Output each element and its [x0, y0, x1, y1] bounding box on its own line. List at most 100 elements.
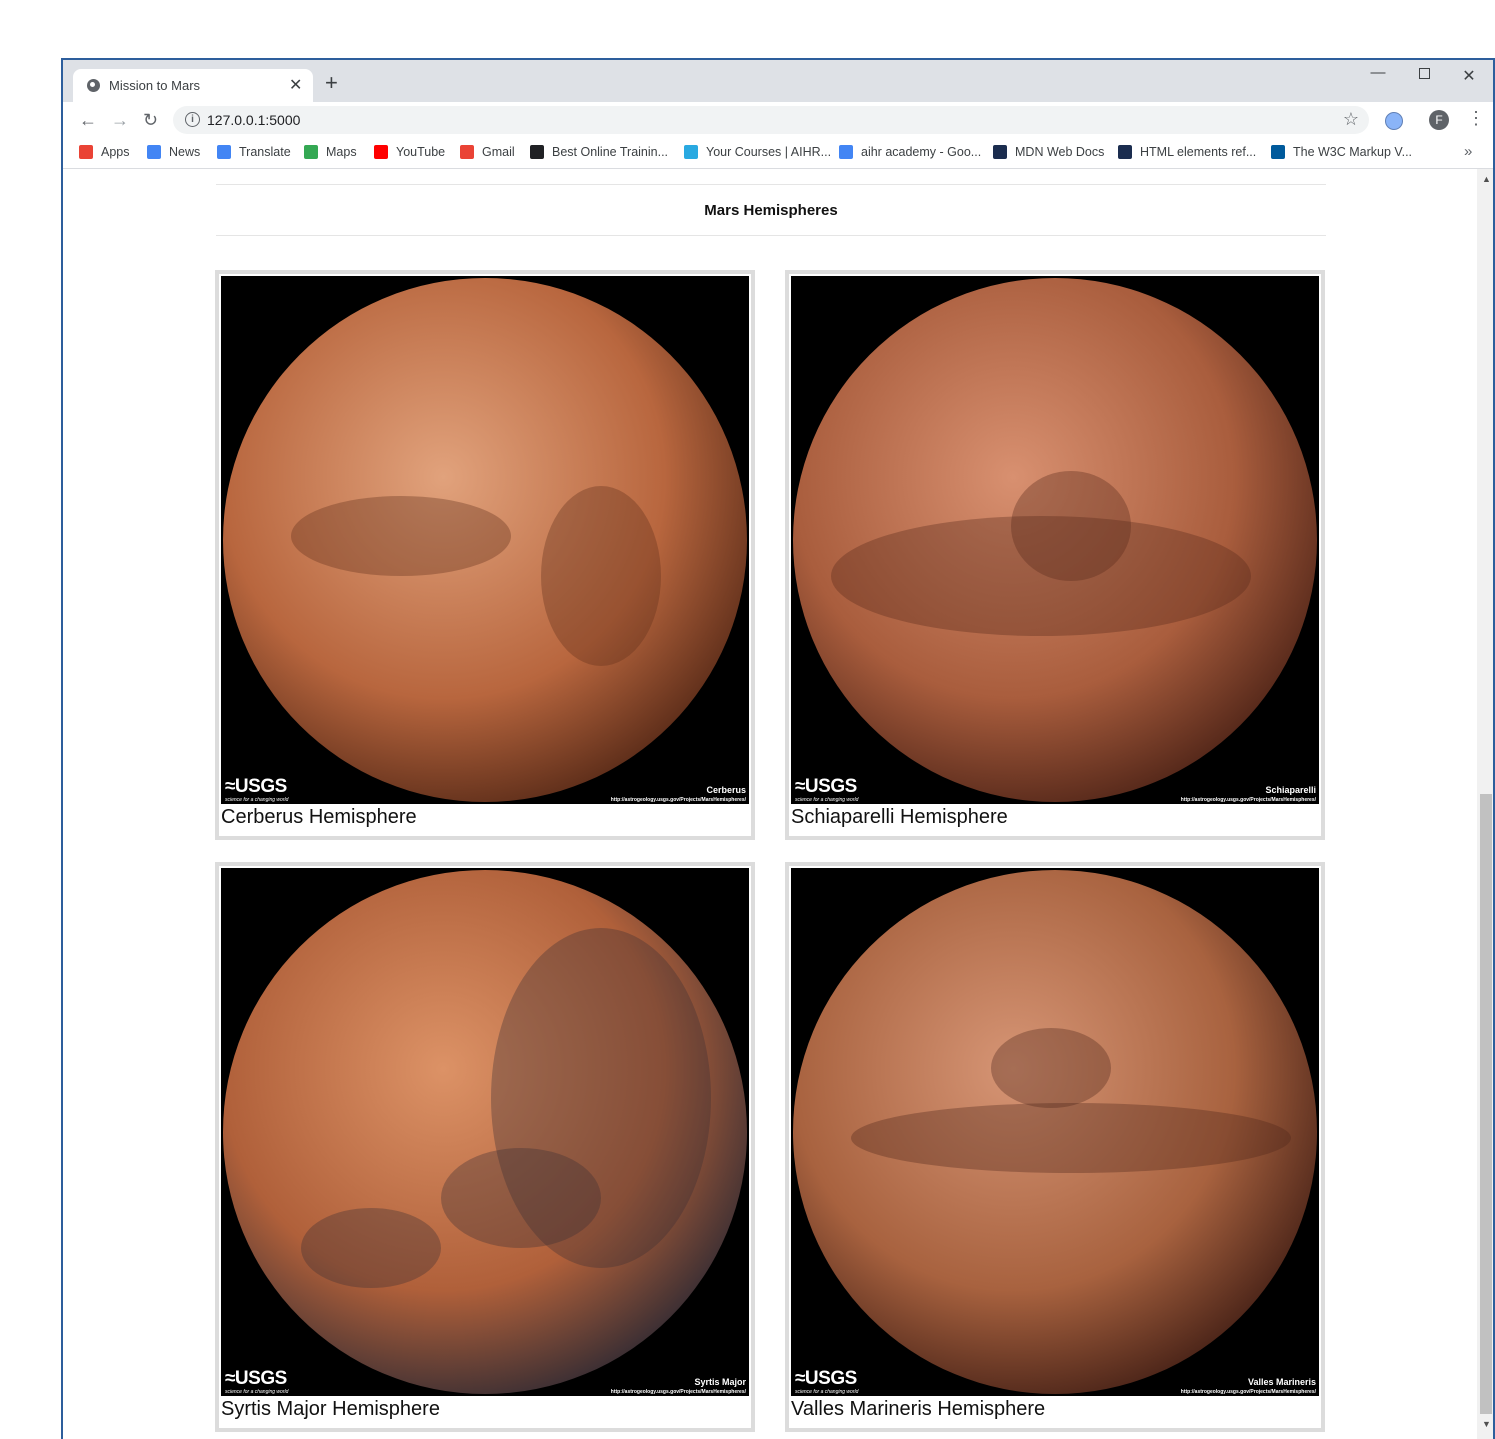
usgs-logo: ≈USGS [225, 776, 287, 797]
bookmark-aihr-academy[interactable]: aihr academy - Goo... [839, 145, 981, 159]
google-news-icon [147, 145, 161, 159]
bookmark-mdn-web-docs[interactable]: MDN Web Docs [993, 145, 1104, 159]
hemisphere-title: Valles Marineris Hemisphere [791, 1398, 1046, 1420]
hemisphere-card: ≈USGS science for a changing world Schia… [785, 270, 1325, 840]
bookmark-label: Maps [326, 145, 357, 159]
image-url: http://astrogeology.usgs.gov/Projects/Ma… [610, 797, 746, 803]
browser-window: Mission to Mars ✕ + — ✕ ← → ↻ i 127.0.0.… [61, 58, 1495, 1439]
bookmark-w3c-validator[interactable]: The W3C Markup V... [1271, 145, 1412, 159]
usgs-logo: ≈USGS [225, 1368, 287, 1389]
bookmark-aihr-courses[interactable]: Your Courses | AIHR... [684, 145, 831, 159]
google-maps-icon [304, 145, 318, 159]
usgs-logo: ≈USGS [795, 1368, 857, 1389]
bookmark-html-elements[interactable]: HTML elements ref... [1118, 145, 1256, 159]
mdn-icon [1118, 145, 1132, 159]
hemisphere-image[interactable]: ≈USGS science for a changing world Syrti… [221, 868, 749, 1396]
bookmark-label: YouTube [396, 145, 446, 159]
bookmark-label: Apps [101, 145, 130, 159]
bookmark-gmail[interactable]: Gmail [460, 145, 515, 159]
training-site-icon [530, 145, 544, 159]
more-bookmarks-icon[interactable]: » [1464, 143, 1472, 160]
bookmark-label: aihr academy - Goo... [861, 145, 982, 159]
bookmark-star-icon[interactable]: ☆ [1343, 109, 1359, 130]
usgs-tagline: science for a changing world [795, 1389, 859, 1395]
bookmark-label: Translate [239, 145, 291, 159]
usgs-tagline: science for a changing world [225, 1389, 289, 1395]
divider [216, 235, 1326, 236]
bookmark-label: MDN Web Docs [1015, 145, 1105, 159]
apps-grid-icon [79, 145, 93, 159]
usgs-tagline: science for a changing world [225, 797, 289, 803]
mdn-icon [993, 145, 1007, 159]
bookmarks-bar: Apps News Translate Maps YouTube Gmail B… [63, 138, 1493, 169]
planet-graphic [223, 278, 747, 802]
bookmark-label: News [169, 145, 201, 159]
scrollbar-thumb[interactable] [1480, 794, 1492, 1414]
planet-graphic [793, 870, 1317, 1394]
hemisphere-title: Schiaparelli Hemisphere [791, 806, 1008, 828]
image-label: Cerberus [706, 785, 746, 795]
bookmark-news[interactable]: News [147, 145, 200, 159]
maximize-icon [1418, 68, 1430, 79]
forward-button[interactable]: → [111, 110, 129, 131]
new-tab-button[interactable]: + [325, 72, 338, 94]
bookmark-label: Your Courses | AIHR... [706, 145, 832, 159]
image-url: http://astrogeology.usgs.gov/Projects/Ma… [1180, 1389, 1316, 1395]
surface-feature [1011, 471, 1131, 581]
bookmark-maps[interactable]: Maps [304, 145, 357, 159]
bookmark-apps[interactable]: Apps [79, 145, 130, 159]
usgs-logo: ≈USGS [795, 776, 857, 797]
tab-close-icon[interactable]: ✕ [289, 75, 302, 95]
tab-title: Mission to Mars [109, 78, 201, 93]
vertical-scrollbar[interactable]: ▲ ▼ [1477, 169, 1493, 1439]
surface-feature [441, 1148, 601, 1248]
image-url: http://astrogeology.usgs.gov/Projects/Ma… [1180, 797, 1316, 803]
surface-feature [291, 496, 511, 576]
google-translate-icon [217, 145, 231, 159]
usgs-tagline: science for a changing world [795, 797, 859, 803]
scroll-down-arrow-icon[interactable]: ▼ [1482, 1419, 1491, 1429]
surface-feature [541, 486, 661, 666]
bookmark-best-online-training[interactable]: Best Online Trainin... [530, 145, 668, 159]
surface-feature [301, 1208, 441, 1288]
bookmark-label: Gmail [482, 145, 515, 159]
section-title: Mars Hemispheres [704, 202, 838, 219]
image-label: Valles Marineris [1247, 1377, 1316, 1387]
tab-mission-to-mars[interactable]: Mission to Mars ✕ [73, 69, 313, 102]
hemisphere-card: ≈USGS science for a changing world Valle… [785, 862, 1325, 1432]
bookmark-label: HTML elements ref... [1140, 145, 1257, 159]
hemisphere-card: ≈USGS science for a changing world Syrti… [215, 862, 755, 1432]
bookmark-label: Best Online Trainin... [552, 145, 669, 159]
tab-strip: Mission to Mars ✕ + — ✕ [63, 60, 1493, 102]
page-viewport: Mars Hemispheres ≈USGS science for a cha… [63, 169, 1477, 1439]
aihr-icon [684, 145, 698, 159]
image-label: Syrtis Major [694, 1377, 746, 1387]
back-button[interactable]: ← [79, 110, 97, 131]
bookmark-youtube[interactable]: YouTube [374, 145, 445, 159]
hemispheres-section: Mars Hemispheres [216, 184, 1326, 236]
hemisphere-image[interactable]: ≈USGS science for a changing world Valle… [791, 868, 1319, 1396]
close-window-button[interactable]: ✕ [1459, 66, 1479, 86]
image-label: Schiaparelli [1265, 785, 1316, 795]
bookmark-translate[interactable]: Translate [217, 145, 291, 159]
profile-avatar[interactable]: F [1429, 110, 1449, 130]
address-bar[interactable]: i 127.0.0.1:5000 ☆ [173, 106, 1369, 134]
extension-icon[interactable] [1385, 112, 1403, 130]
url-text[interactable]: 127.0.0.1:5000 [207, 112, 300, 128]
hemisphere-image[interactable]: ≈USGS science for a changing world Schia… [791, 276, 1319, 804]
site-info-icon[interactable]: i [185, 112, 200, 127]
image-url: http://astrogeology.usgs.gov/Projects/Ma… [610, 1389, 746, 1395]
hemisphere-image[interactable]: ≈USGS science for a changing world Cerbe… [221, 276, 749, 804]
youtube-icon [374, 145, 388, 159]
planet-graphic [793, 278, 1317, 802]
google-search-icon [839, 145, 853, 159]
scroll-up-arrow-icon[interactable]: ▲ [1482, 174, 1491, 184]
browser-menu-icon[interactable]: ⋮ [1467, 108, 1485, 129]
reload-button[interactable]: ↻ [143, 110, 158, 131]
surface-feature [991, 1028, 1111, 1108]
maximize-button[interactable] [1414, 66, 1434, 83]
planet-graphic [223, 870, 747, 1394]
hemisphere-title: Cerberus Hemisphere [221, 806, 417, 828]
minimize-button[interactable]: — [1368, 64, 1388, 81]
hemisphere-card: ≈USGS science for a changing world Cerbe… [215, 270, 755, 840]
